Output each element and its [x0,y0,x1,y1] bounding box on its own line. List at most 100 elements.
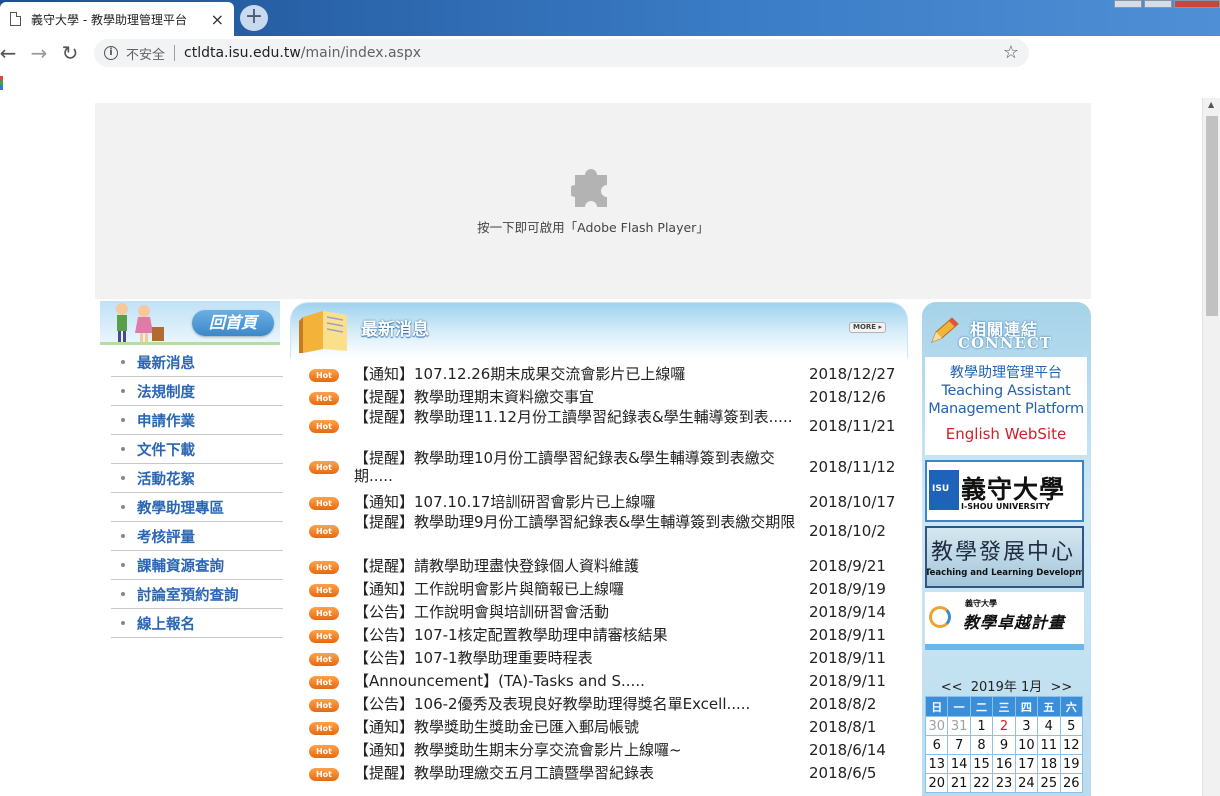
news-item-title[interactable]: 【公告】107-1核定配置教學助理申請審核結果 [354,626,804,644]
news-item[interactable]: Hot 【提醒】教學助理繳交五月工讀暨學習紀錄表 2018/6/5 [305,761,905,784]
news-item-title[interactable]: 【通知】107.10.17培訓研習會影片已上線囉 [354,493,804,511]
menu-item-gallery[interactable]: 活動花絮 [111,464,283,493]
calendar-day[interactable]: 25 [1037,773,1061,793]
browser-tab[interactable]: 義守大學 - 教學助理管理平台 × [0,2,234,36]
news-item-title[interactable]: 【通知】工作說明會影片與簡報已上線囉 [354,580,804,598]
news-item[interactable]: Hot 【通知】教學獎助生獎助金已匯入郵局帳號 2018/8/1 [305,715,905,738]
calendar-day[interactable]: 14 [947,754,971,774]
news-item-title[interactable]: 【公告】工作說明會與培訓研習會活動 [354,603,804,621]
calendar-day[interactable]: 21 [947,773,971,793]
menu-item-label: 線上報名 [137,616,195,633]
menu-item-ta-zone[interactable]: 教學助理專區 [111,493,283,522]
address-bar[interactable]: i 不安全 ctldta.isu.edu.tw /main/index.aspx… [94,39,1029,67]
calendar-day[interactable]: 12 [1059,735,1084,755]
flash-placeholder[interactable]: 按一下即可啟用「Adobe Flash Player」 [95,103,1091,299]
calendar-day[interactable]: 31 [947,716,971,736]
menu-item-regulations[interactable]: 法規制度 [111,377,283,406]
calendar-day[interactable]: 24 [1014,773,1039,793]
bookmark-star-icon[interactable]: ☆ [1003,42,1019,63]
news-item[interactable]: Hot 【公告】106-2優秀及表現良好教學助理得獎名單Excell..... 20… [305,692,905,715]
calendar-day[interactable]: 17 [1014,754,1039,774]
english-website-link[interactable]: English WebSite [925,425,1087,443]
calendar-day[interactable]: 11 [1037,735,1061,755]
calendar-day[interactable]: 20 [924,773,949,793]
news-item[interactable]: Hot 【公告】107-1教學助理重要時程表 2018/9/11 [305,646,905,669]
isu-link[interactable]: ISU 義守大學 I-SHOU UNIVERSITY [925,460,1084,522]
forward-button[interactable]: → [27,42,51,66]
calendar-prev-button[interactable]: << [941,680,963,695]
calendar-day[interactable]: 19 [1059,754,1084,774]
calendar-day[interactable]: 4 [1037,716,1061,736]
news-item[interactable]: Hot 【通知】工作說明會影片與簡報已上線囉 2018/9/19 [305,577,905,600]
menu-item-news[interactable]: 最新消息 [111,348,283,377]
back-button[interactable]: ← [0,42,20,66]
calendar-day-today[interactable]: 2 [992,716,1016,736]
menu-item-evaluation[interactable]: 考核評量 [111,522,283,551]
page-scrollbar[interactable]: ▲ [1202,98,1220,796]
calendar-day[interactable]: 30 [924,716,949,736]
menu-item-tutoring-resources[interactable]: 課輔資源查詢 [111,551,283,580]
home-button[interactable]: 回首頁 [192,310,274,336]
ctld-link[interactable]: 教學發展中心 Teaching and Learning Development [925,526,1084,588]
menu-item-label: 課輔資源查詢 [137,558,224,575]
news-item[interactable]: Hot 【通知】107.12.26期末成果交流會影片已上線囉 2018/12/27 [305,362,905,385]
menu-item-downloads[interactable]: 文件下載 [111,435,283,464]
news-item[interactable]: Hot 【提醒】教學助理9月份工讀學習紀錄表&學生輔導簽到表繳交期限 2018/10… [305,513,905,554]
news-item-title[interactable]: 【提醒】教學助理繳交五月工讀暨學習紀錄表 [354,764,804,782]
news-item-title[interactable]: 【Announcement】(TA)-Tasks and S..... [354,672,804,690]
news-item[interactable]: Hot 【公告】工作說明會與培訓研習會活動 2018/9/14 [305,600,905,623]
menu-item-applications[interactable]: 申請作業 [111,406,283,435]
calendar-day[interactable]: 26 [1059,773,1084,793]
calendar-day[interactable]: 13 [924,754,949,774]
menu-item-label: 申請作業 [137,413,195,430]
menu-item-registration[interactable]: 線上報名 [111,609,283,638]
news-item[interactable]: Hot 【提醒】教學助理11.12月份工讀學習紀錄表&學生輔導簽到表..... 20… [305,408,905,449]
minimize-button[interactable] [1114,0,1142,8]
more-button[interactable]: MORE ▸ [849,322,886,333]
calendar-next-button[interactable]: >> [1051,680,1073,695]
news-item-title[interactable]: 【公告】106-2優秀及表現良好教學助理得獎名單Excell..... [354,695,804,713]
news-item[interactable]: Hot 【公告】107-1核定配置教學助理申請審核結果 2018/9/11 [305,623,905,646]
news-item-title[interactable]: 【提醒】教學助理期末資料繳交事宜 [354,388,804,406]
calendar-day[interactable]: 18 [1037,754,1061,774]
calendar-day[interactable]: 16 [992,754,1016,774]
close-tab-icon[interactable]: × [211,10,224,29]
menu-item-room-booking[interactable]: 討論室預約查詢 [111,580,283,609]
calendar-day[interactable]: 10 [1014,735,1039,755]
scroll-up-icon[interactable]: ▲ [1208,100,1214,109]
scrollbar-thumb[interactable] [1206,116,1218,316]
news-item[interactable]: Hot 【通知】107.10.17培訓研習會影片已上線囉 2018/10/17 [305,490,905,513]
news-item[interactable]: Hot 【提醒】請教學助理盡快登錄個人資料維護 2018/9/21 [305,554,905,577]
maximize-button[interactable] [1144,0,1172,8]
news-item[interactable]: Hot 【提醒】教學助理期末資料繳交事宜 2018/12/6 [305,385,905,408]
news-item-title[interactable]: 【通知】教學獎助生期末分享交流會影片上線囉~ [354,741,804,759]
calendar-day[interactable]: 7 [947,735,971,755]
info-icon[interactable]: i [104,46,118,60]
reload-button[interactable]: ↻ [58,42,82,66]
news-item[interactable]: Hot 【提醒】教學助理10月份工讀學習紀錄表&學生輔導簽到表繳交期..... 20… [305,449,905,490]
news-item[interactable]: Hot 【Announcement】(TA)-Tasks and S..... 20… [305,669,905,692]
calendar-day[interactable]: 8 [969,735,994,755]
calendar-day[interactable]: 6 [924,735,949,755]
new-tab-button[interactable]: + [240,5,268,31]
news-item-title[interactable]: 【通知】教學獎助生獎助金已匯入郵局帳號 [354,718,804,736]
calendar-day[interactable]: 23 [992,773,1016,793]
home-banner[interactable]: 回首頁 [100,301,280,345]
calendar-day[interactable]: 22 [969,773,994,793]
news-item-title[interactable]: 【通知】107.12.26期末成果交流會影片已上線囉 [354,365,804,383]
calendar-day[interactable]: 5 [1059,716,1084,736]
news-item-title[interactable]: 【提醒】請教學助理盡快登錄個人資料維護 [354,557,804,575]
news-item-title[interactable]: 【提醒】教學助理9月份工讀學習紀錄表&學生輔導簽到表繳交期限 [354,513,804,531]
window-close-button[interactable] [1174,0,1220,8]
calendar-day[interactable]: 3 [1014,716,1039,736]
teaching-excellence-link[interactable]: 義守大學 教學卓越計畫 [925,592,1084,650]
apps-icon[interactable] [0,76,3,90]
calendar-day[interactable]: 1 [969,716,994,736]
news-item-title[interactable]: 【提醒】教學助理11.12月份工讀學習紀錄表&學生輔導簽到表..... [354,408,804,426]
ta-platform-link[interactable]: 教學助理管理平台 Teaching Assistant Management P… [925,357,1087,455]
calendar-day[interactable]: 9 [992,735,1016,755]
news-item-title[interactable]: 【提醒】教學助理10月份工讀學習紀錄表&學生輔導簽到表繳交期..... [354,449,804,485]
news-item[interactable]: Hot 【通知】教學獎助生期末分享交流會影片上線囉~ 2018/6/14 [305,738,905,761]
calendar-day[interactable]: 15 [969,754,994,774]
news-item-title[interactable]: 【公告】107-1教學助理重要時程表 [354,649,804,667]
